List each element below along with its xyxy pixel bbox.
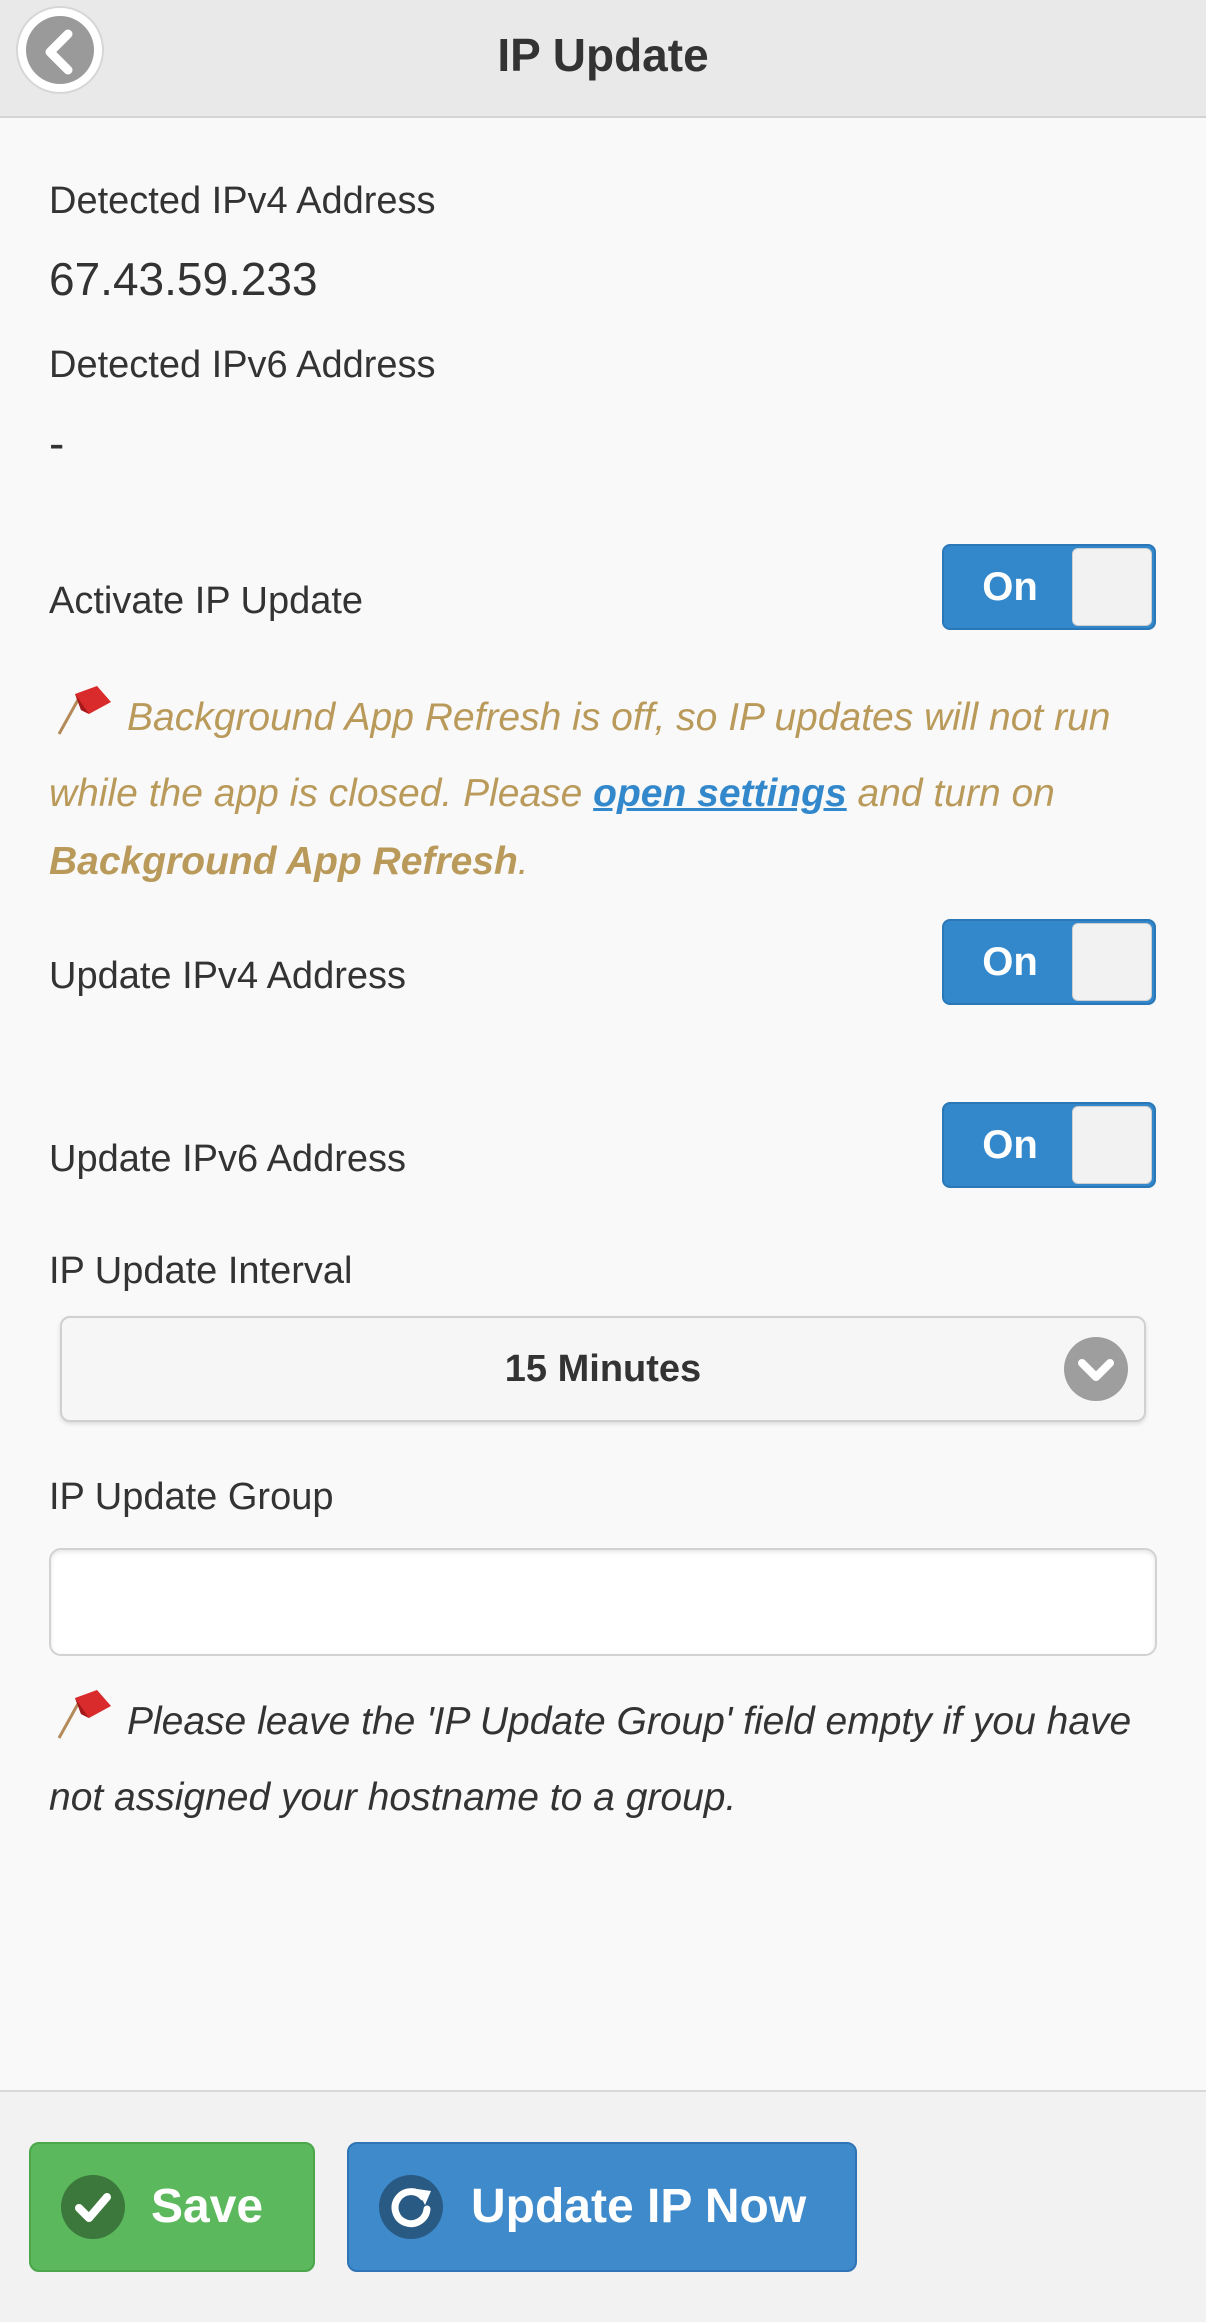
warning-bold-text: Background App Refresh: [49, 840, 518, 883]
interval-label: IP Update Interval: [49, 1250, 353, 1292]
chevron-down-icon: [1064, 1337, 1128, 1401]
background-refresh-warning: Background App Refresh is off, so IP upd…: [49, 680, 1159, 896]
refresh-icon: [379, 2175, 443, 2239]
ipv4-value: 67.43.59.233: [49, 253, 318, 305]
ipv6-label: Detected IPv6 Address: [49, 344, 436, 386]
toggle-on-text: On: [982, 565, 1038, 609]
checkmark-icon: [61, 2175, 125, 2239]
update-ipv4-toggle[interactable]: On: [942, 919, 1156, 1005]
interval-select[interactable]: 15 Minutes: [60, 1316, 1146, 1422]
interval-selected-value: 15 Minutes: [504, 1348, 702, 1390]
update-ipv6-toggle[interactable]: On: [942, 1102, 1156, 1188]
save-button-label: Save: [151, 2180, 264, 2233]
red-flag-icon: [49, 1684, 115, 1764]
save-button[interactable]: Save: [29, 2142, 315, 2272]
toggle-on-text: On: [982, 940, 1038, 984]
group-input[interactable]: [49, 1548, 1157, 1656]
group-label: IP Update Group: [49, 1476, 334, 1518]
update-ipv6-label: Update IPv6 Address: [49, 1138, 406, 1180]
update-ip-now-button[interactable]: Update IP Now: [347, 2142, 857, 2272]
update-ip-now-label: Update IP Now: [471, 2180, 807, 2233]
ipv6-value: -: [49, 417, 65, 469]
footer-bar: Save Update IP Now: [0, 2090, 1206, 2322]
toggle-knob: [1072, 923, 1152, 1001]
info-text: Please leave the 'IP Update Group' field…: [49, 1700, 1132, 1819]
red-flag-icon: [49, 680, 115, 760]
warning-text-after: .: [517, 840, 529, 883]
toggle-knob: [1072, 1106, 1152, 1184]
activate-ip-update-label: Activate IP Update: [49, 580, 364, 622]
ipv4-label: Detected IPv4 Address: [49, 180, 436, 222]
activate-ip-update-toggle[interactable]: On: [942, 544, 1156, 630]
open-settings-link[interactable]: open settings: [593, 772, 847, 815]
warning-text-middle: and turn on: [846, 772, 1055, 815]
toggle-knob: [1072, 548, 1152, 626]
header-bar: IP Update: [0, 0, 1206, 118]
page-title: IP Update: [497, 29, 709, 81]
toggle-on-text: On: [982, 1123, 1038, 1167]
update-ipv4-label: Update IPv4 Address: [49, 955, 406, 997]
group-info-note: Please leave the 'IP Update Group' field…: [49, 1684, 1159, 1832]
